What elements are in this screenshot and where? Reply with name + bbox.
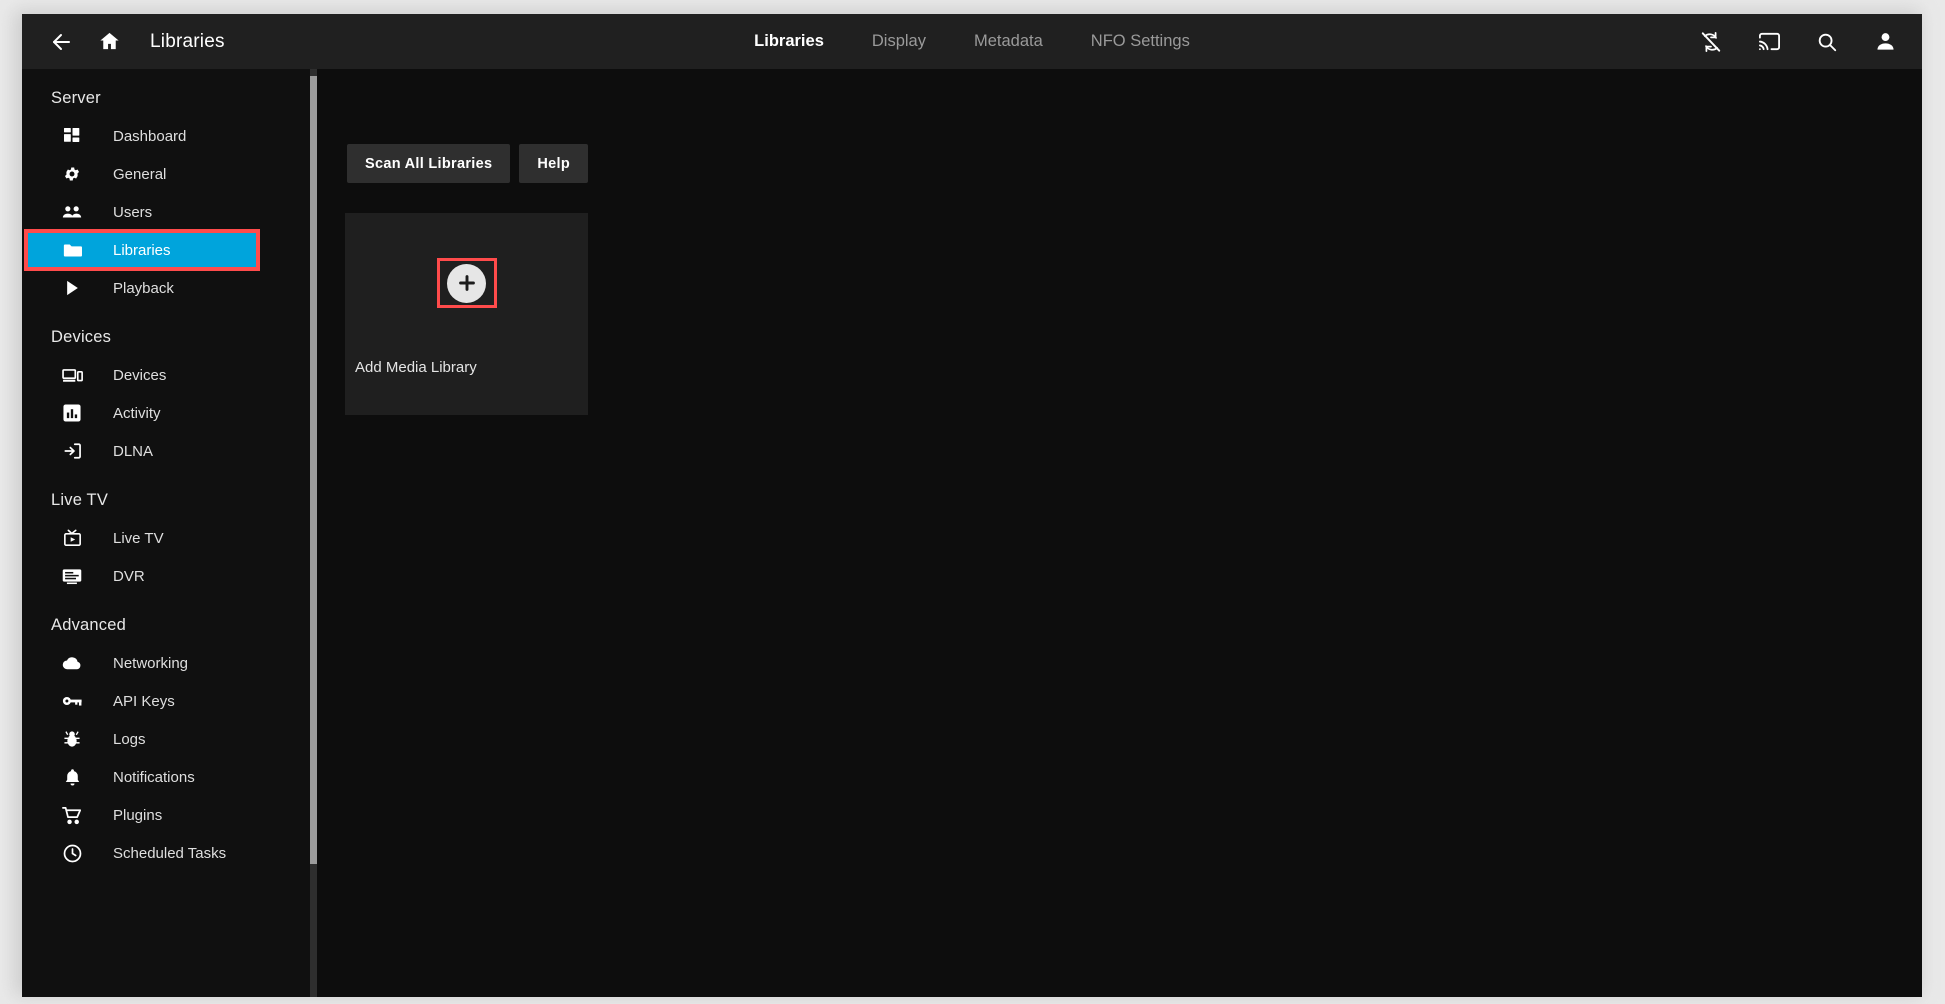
folder-icon [60,238,84,262]
sidebar-item-label: Devices [113,366,167,384]
sidebar-item-scheduled-tasks[interactable]: Scheduled Tasks [22,834,312,872]
cloud-icon [60,651,84,675]
search-icon [1816,31,1838,53]
sidebar-item-label: Logs [113,730,146,748]
tab-display[interactable]: Display [848,32,950,51]
header-left-group: Libraries [22,21,225,63]
dlna-input-icon [60,439,84,463]
sidebar-item-label: Dashboard [113,127,187,145]
sidebar-item-label: Users [113,203,153,221]
play-icon [60,276,84,300]
cast-icon [1758,30,1781,53]
bug-icon [60,727,84,751]
sidebar-section-live-tv: Live TV [51,491,109,509]
sidebar-item-label: Activity [113,404,161,422]
header-right-group [1690,14,1906,69]
shopping-cart-icon [60,803,84,827]
add-media-library-card[interactable]: Add Media Library [345,213,588,415]
sidebar-item-networking[interactable]: Networking [22,644,312,682]
add-media-library-label: Add Media Library [355,359,477,376]
clock-icon [60,841,84,865]
help-button[interactable]: Help [519,144,588,183]
cast-button[interactable] [1748,21,1790,63]
sidebar-item-live-tv[interactable]: Live TV [22,519,312,557]
action-button-row: Scan All Libraries Help [347,144,588,183]
tab-metadata[interactable]: Metadata [950,32,1067,51]
tab-libraries[interactable]: Libraries [730,32,848,51]
sidebar-item-plugins[interactable]: Plugins [22,796,312,834]
user-account-icon [1874,30,1897,53]
sidebar-item-label: Plugins [113,806,163,824]
gear-icon [60,162,84,186]
top-app-bar: Libraries Libraries Display Metadata NFO… [22,14,1922,69]
sidebar-section-server: Server [51,89,101,107]
settings-sidebar[interactable]: Server Dashboard General Users Libraries… [22,69,312,997]
sidebar-item-devices[interactable]: Devices [22,356,312,394]
sidebar-item-label: Networking [113,654,189,672]
sidebar-item-label: DLNA [113,442,154,460]
sidebar-item-label: DVR [113,567,145,585]
page-title: Libraries [150,30,225,52]
sidebar-item-libraries[interactable]: Libraries [24,229,260,271]
sidebar-item-label: API Keys [113,692,175,710]
sidebar-item-api-keys[interactable]: API Keys [22,682,312,720]
add-library-highlight-box [436,258,497,308]
sync-disabled-icon [1700,31,1722,53]
dvr-icon [60,564,84,588]
screenshot-root: Libraries Libraries Display Metadata NFO… [0,0,1945,1004]
tab-nfo-settings[interactable]: NFO Settings [1067,32,1214,51]
live-tv-icon [60,526,84,550]
sidebar-item-logs[interactable]: Logs [22,720,312,758]
sidebar-item-label: Live TV [113,529,164,547]
sidebar-item-activity[interactable]: Activity [22,394,312,432]
sidebar-item-label: Notifications [113,768,195,786]
home-icon [98,30,121,53]
devices-icon [60,363,84,387]
bell-icon [60,765,84,789]
plus-icon [456,272,478,294]
sidebar-item-playback[interactable]: Playback [22,269,312,307]
activity-chart-icon [60,401,84,425]
sidebar-item-notifications[interactable]: Notifications [22,758,312,796]
user-account-button[interactable] [1864,21,1906,63]
sync-disabled-button[interactable] [1690,21,1732,63]
dashboard-icon [60,124,84,148]
arrow-left-icon [49,30,73,54]
sidebar-item-users[interactable]: Users [22,193,312,231]
sidebar-content: Server Dashboard General Users Libraries… [22,69,312,912]
sidebar-item-label: Libraries [113,241,171,259]
jellyfin-dashboard-window: Libraries Libraries Display Metadata NFO… [22,14,1922,997]
sidebar-item-dashboard[interactable]: Dashboard [22,117,312,155]
header-tab-bar: Libraries Display Metadata NFO Settings [22,14,1922,69]
sidebar-scrollbar-thumb[interactable] [310,76,317,864]
add-library-button[interactable] [447,263,486,303]
sidebar-item-dvr[interactable]: DVR [22,557,312,595]
sidebar-item-dlna[interactable]: DLNA [22,432,312,470]
sidebar-section-advanced: Advanced [51,616,126,634]
scan-all-libraries-button[interactable]: Scan All Libraries [347,144,511,183]
users-icon [60,200,84,224]
sidebar-item-label: General [113,165,167,183]
key-icon [60,689,84,713]
search-button[interactable] [1806,21,1848,63]
sidebar-item-label: Scheduled Tasks [113,844,227,862]
sidebar-item-label: Playback [113,279,174,297]
sidebar-item-general[interactable]: General [22,155,312,193]
home-button[interactable] [88,21,130,63]
card-image-area [345,213,588,353]
sidebar-section-devices: Devices [51,328,112,346]
back-button[interactable] [40,21,82,63]
main-content: Scan All Libraries Help Add Media Librar… [317,69,1922,997]
